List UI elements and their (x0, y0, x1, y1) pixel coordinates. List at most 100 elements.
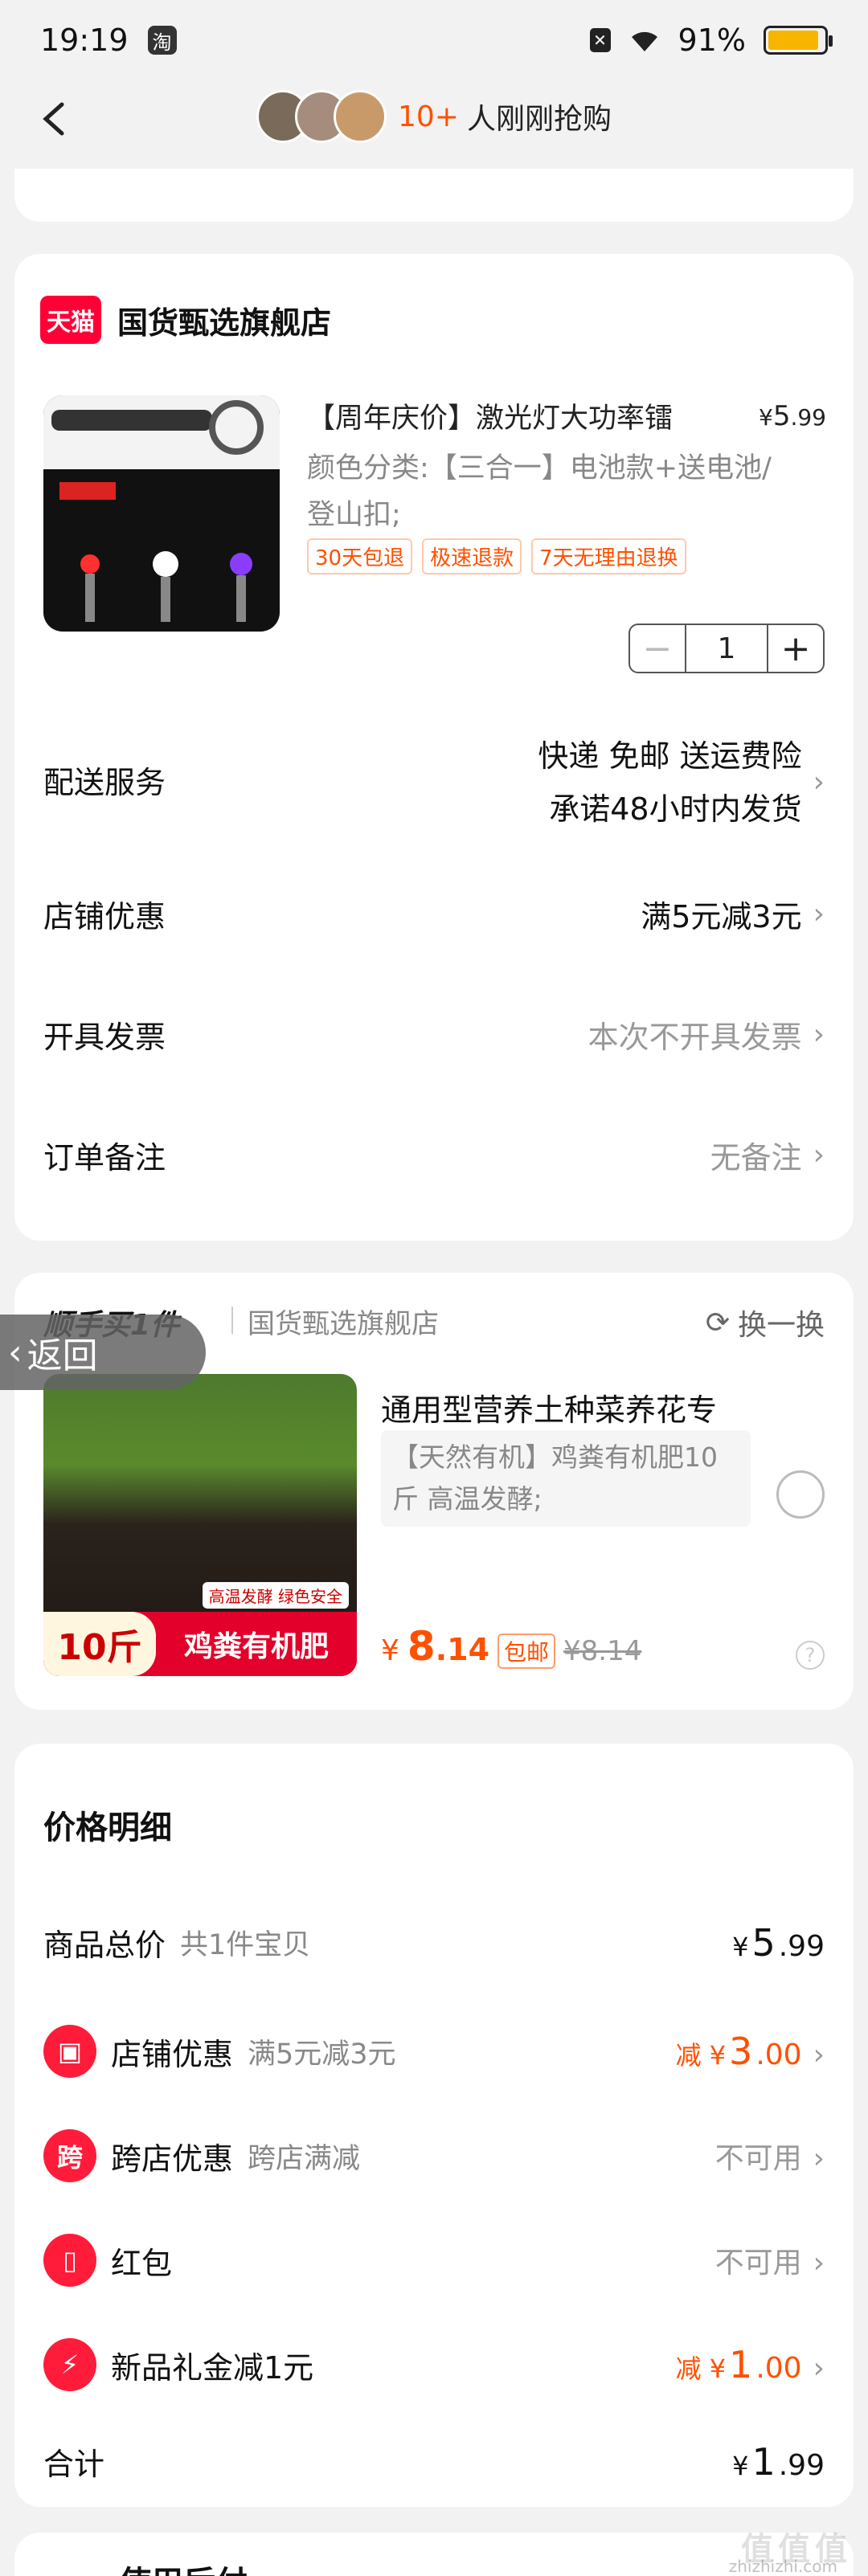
discount-text: 满5元减3元 (641, 899, 802, 934)
red-packet-label: 红包 (111, 2245, 173, 2281)
total-value: ¥5.99 (732, 1921, 825, 1965)
buyer-avatars (256, 90, 387, 143)
battery-icon (764, 26, 833, 55)
addon-price-currency: ¥ (381, 1634, 399, 1667)
shop-header[interactable]: 天猫 国货甄选旗舰店 (40, 296, 331, 344)
addon-select-radio[interactable] (776, 1470, 825, 1519)
status-left: 19:19 淘 (40, 22, 177, 58)
new-gift-row[interactable]: ⚡ 新品礼金减1元 减 ¥1.00 › (43, 2338, 825, 2391)
wifi-icon (631, 31, 657, 51)
red-packet-text: 不可用 (714, 2247, 802, 2280)
mute-icon: ✕ (589, 28, 611, 52)
addon-price-int: 8 (407, 1623, 436, 1670)
cross-store-text: 不可用 (714, 2142, 802, 2175)
delivery-line1: 快递 免邮 送运费险 (538, 738, 802, 774)
addon-badge-sub: 高温发酵 绿色安全 (202, 1582, 349, 1609)
chevron-right-icon: › (813, 2038, 825, 2071)
divider (231, 1306, 233, 1334)
total-int: 5 (751, 1920, 776, 1965)
delivery-value: 快递 免邮 送运费险 承诺48小时内发货 › (538, 730, 825, 836)
chevron-right-icon: › (813, 2142, 825, 2175)
discount-value: 满5元减3元 › (641, 892, 825, 936)
cross-store-label: 跨店优惠 (111, 2141, 234, 2177)
tag-refund: 极速退款 (422, 538, 522, 574)
addon-sku[interactable]: 【天然有机】鸡粪有机肥10斤 高温发酵; (381, 1430, 751, 1527)
shop-discount-lead: 减 (675, 2040, 702, 2071)
laser-pointer-illustration (43, 395, 280, 632)
shop-discount-currency: ¥ (709, 2040, 727, 2071)
red-packet-row[interactable]: ▯ 红包 不可用 › (43, 2234, 825, 2287)
status-time: 19:19 (40, 22, 129, 58)
help-icon[interactable]: ? (796, 1641, 825, 1670)
delivery-line2: 承诺48小时内发货 (549, 791, 802, 827)
invoice-text: 本次不开具发票 (588, 1020, 802, 1055)
tmall-logo: 天猫 (40, 296, 101, 344)
original-price: ¥8.14 (563, 1635, 642, 1667)
back-button[interactable] (29, 95, 77, 143)
swap-button[interactable]: ⟳ 换一换 (706, 1302, 825, 1343)
product-image[interactable] (43, 395, 280, 632)
address-card-bottom (14, 169, 854, 222)
shop-discount-label: 店铺优惠 (111, 2036, 234, 2072)
delivery-row[interactable]: 配送服务 快递 免邮 送运费险 承诺48小时内发货 › (43, 730, 825, 836)
chevron-right-icon: › (813, 2247, 825, 2280)
quantity-stepper: − 1 + (628, 624, 825, 673)
chevron-right-icon: › (813, 1139, 825, 1171)
pay-later-card: 使用后付 (14, 2533, 854, 2576)
shop-discount-dec: .00 (755, 2038, 802, 2071)
shop-discount-detail-row[interactable]: ▣ 店铺优惠 满5元减3元 减 ¥3.00 › (43, 2025, 825, 2078)
buyer-text: 人刚刚抢购 (466, 103, 612, 136)
addon-product-image[interactable]: 高温发酵 绿色安全 10斤 鸡粪有机肥 (43, 1374, 357, 1676)
sum-value: ¥1.99 (732, 2440, 825, 2484)
total-currency: ¥ (732, 1931, 749, 1962)
new-gift-currency: ¥ (709, 2353, 727, 2384)
addon-shop: 国货甄选旗舰店 (248, 1308, 439, 1340)
tag-return: 30天包退 (307, 538, 413, 574)
product-sku[interactable]: 颜色分类:【三合一】电池款+送电池/登山扣; (307, 445, 789, 538)
discount-label: 店铺优惠 (43, 899, 166, 934)
quantity-value[interactable]: 1 (685, 625, 768, 672)
shop-discount-sub: 满5元减3元 (248, 2038, 396, 2071)
nav-header: 10+ 人刚刚抢购 (0, 80, 868, 153)
cross-store-row[interactable]: 跨 跨店优惠 跨店满减 不可用 › (43, 2129, 825, 2182)
addon-badge-weight: 10斤 (43, 1612, 156, 1676)
lightning-icon: ⚡ (43, 2338, 96, 2391)
price-detail-title: 价格明细 (43, 1809, 172, 1846)
new-gift-lead: 减 (675, 2353, 702, 2384)
free-shipping-badge: 包邮 (497, 1634, 556, 1669)
sum-label: 合计 (43, 2447, 105, 2482)
battery-fill (768, 31, 818, 50)
sum-row: 合计 ¥1.99 (43, 2439, 825, 2484)
status-bar: 19:19 淘 ✕ 91% (0, 0, 868, 80)
buyer-count: 10+ (398, 100, 459, 133)
cross-store-sub: 跨店满减 (248, 2142, 361, 2175)
chevron-right-icon: › (813, 898, 825, 930)
shop-name: 国货甄选旗舰店 (117, 305, 332, 341)
order-note-row[interactable]: 订单备注 无备注 › (43, 1133, 825, 1177)
product-title[interactable]: 【周年庆价】激光灯大功率镭 (307, 395, 725, 436)
avatar (334, 90, 387, 143)
price-dec: .99 (790, 404, 826, 431)
floating-back-button[interactable]: ‹ 返回 (0, 1315, 206, 1390)
sum-dec: .99 (778, 2448, 825, 2482)
sum-currency: ¥ (732, 2450, 749, 2481)
decrease-button[interactable]: − (630, 625, 685, 672)
swap-label: 换一换 (737, 1309, 825, 1342)
new-gift-dec: .00 (755, 2352, 802, 2385)
new-gift-value: 减 ¥1.00 › (676, 2343, 825, 2386)
refresh-icon: ⟳ (705, 1306, 730, 1339)
price-detail-card: 价格明细 商品总价 共1件宝贝 ¥5.99 ▣ 店铺优惠 满5元减3元 减 ¥3.… (14, 1744, 854, 2507)
shop-discount-row[interactable]: 店铺优惠 满5元减3元 › (43, 892, 825, 936)
status-right: ✕ 91% (589, 22, 833, 58)
chevron-right-icon: › (813, 766, 825, 799)
invoice-value: 本次不开具发票 › (588, 1012, 825, 1057)
cross-store-icon: 跨 (43, 2129, 96, 2182)
watermark-sub: zhizhizhi.com (728, 2557, 837, 2576)
increase-button[interactable]: + (768, 625, 823, 672)
addon-price-dec: .14 (435, 1632, 490, 1667)
invoice-row[interactable]: 开具发票 本次不开具发票 › (43, 1012, 825, 1057)
total-price-row: 商品总价 共1件宝贝 ¥5.99 (43, 1920, 825, 1965)
chevron-right-icon: › (813, 1018, 825, 1051)
tag-exchange: 7天无理由退换 (531, 538, 686, 574)
addon-product-name[interactable]: 通用型营养土种菜养花专 (381, 1385, 717, 1429)
